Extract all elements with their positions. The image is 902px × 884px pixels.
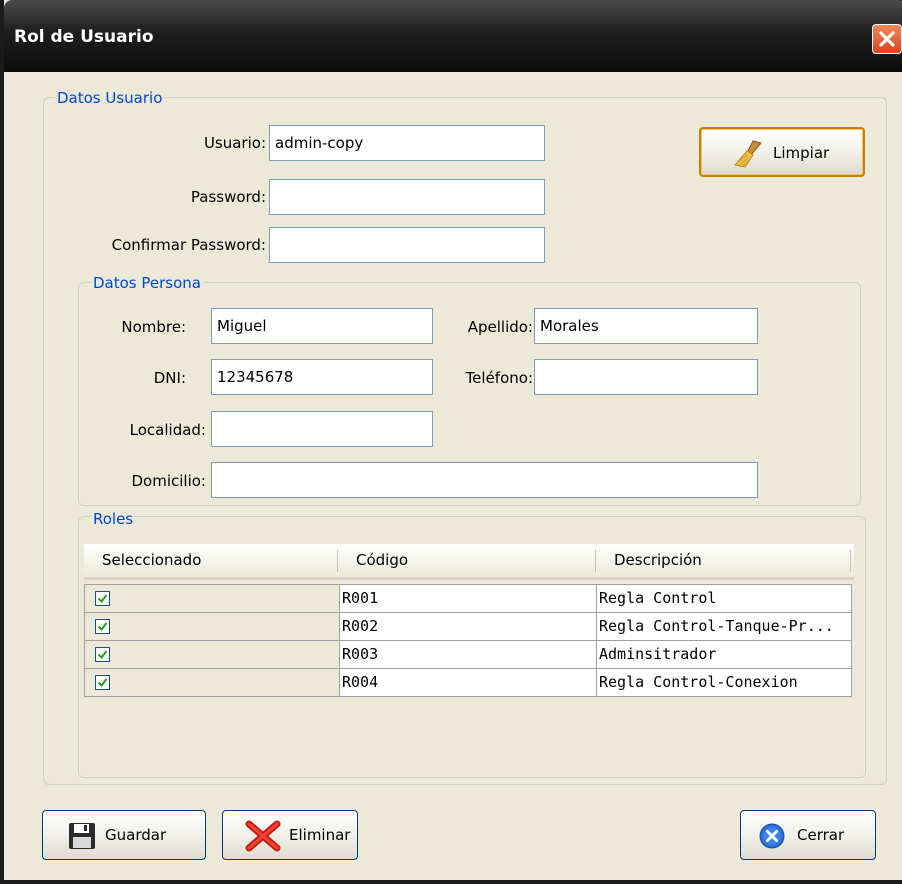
table-row[interactable]: R001 Regla Control [84,584,854,613]
telefono-field[interactable] [534,359,758,395]
usuario-field[interactable]: admin-copy [269,125,545,161]
column-separator[interactable] [850,550,851,572]
codigo-cell[interactable]: R002 [339,612,597,641]
rol-de-usuario-window: Rol de Usuario Datos Usuario Usuario: ad… [0,0,902,884]
eliminar-button[interactable]: Eliminar [222,810,358,860]
check-icon [97,622,108,632]
cerrar-label: Cerrar [797,826,845,844]
check-icon [97,650,108,660]
roles-legend: Roles [91,510,136,528]
descripcion-cell[interactable]: Regla Control-Conexion [596,668,852,697]
dni-field[interactable]: 12345678 [211,359,433,395]
column-header-seleccionado[interactable]: Seleccionado [84,544,334,577]
check-icon [97,594,108,604]
descripcion-cell[interactable]: Regla Control [596,584,852,613]
apellido-label: Apellido: [467,318,533,336]
codigo-cell[interactable]: R001 [339,584,597,613]
codigo-cell[interactable]: R004 [339,668,597,697]
window-content: Datos Usuario Usuario: admin-copy Passwo… [8,72,902,880]
table-row[interactable]: R003 Adminsitrador [84,640,854,669]
close-icon [879,31,895,47]
limpiar-button[interactable]: Limpiar [699,127,865,177]
password-field[interactable] [269,179,545,215]
usuario-label: Usuario: [203,134,266,152]
floppy-disk-icon [67,821,97,855]
confirmar-password-field[interactable] [269,227,545,263]
codigo-cell[interactable]: R003 [339,640,597,669]
localidad-label: Localidad: [129,421,206,439]
telefono-label: Teléfono: [465,369,533,387]
nombre-label: Nombre: [121,318,186,336]
password-label: Password: [190,188,266,206]
guardar-label: Guardar [105,826,167,844]
descripcion-cell[interactable]: Regla Control-Tanque-Pr... [596,612,852,641]
domicilio-label: Domicilio: [131,472,207,490]
check-icon [97,678,108,688]
confirmar-password-label: Confirmar Password: [111,236,266,254]
checkbox[interactable] [95,591,110,606]
seleccionado-cell[interactable] [84,668,340,697]
red-x-icon [245,820,281,856]
guardar-button[interactable]: Guardar [42,810,206,860]
broom-icon [731,139,767,173]
limpiar-label: Limpiar [773,144,830,162]
seleccionado-cell[interactable] [84,584,340,613]
apellido-field[interactable]: Morales [534,308,758,344]
datos-usuario-legend: Datos Usuario [55,89,165,107]
column-header-codigo[interactable]: Código [338,544,595,577]
column-header-descripcion[interactable]: Descripción [596,544,846,577]
seleccionado-cell[interactable] [84,640,340,669]
blue-circle-x-icon [759,823,785,853]
checkbox[interactable] [95,619,110,634]
domicilio-field[interactable] [211,462,758,498]
nombre-field[interactable]: Miguel [211,308,433,344]
datos-persona-legend: Datos Persona [91,274,203,292]
descripcion-cell[interactable]: Adminsitrador [596,640,852,669]
eliminar-label: Eliminar [289,826,351,844]
roles-table-header: Seleccionado Código Descripción [84,544,854,580]
seleccionado-cell[interactable] [84,612,340,641]
localidad-field[interactable] [211,411,433,447]
close-window-button[interactable] [872,24,902,54]
cerrar-button[interactable]: Cerrar [740,810,876,860]
window-title: Rol de Usuario [14,27,154,47]
table-row[interactable]: R002 Regla Control-Tanque-Pr... [84,612,854,641]
dni-label: DNI: [153,369,186,387]
checkbox[interactable] [95,647,110,662]
table-row[interactable]: R004 Regla Control-Conexion [84,668,854,697]
roles-table[interactable]: Seleccionado Código Descripción R001 Reg… [84,544,854,710]
checkbox[interactable] [95,675,110,690]
title-bar[interactable]: Rol de Usuario [4,0,902,72]
